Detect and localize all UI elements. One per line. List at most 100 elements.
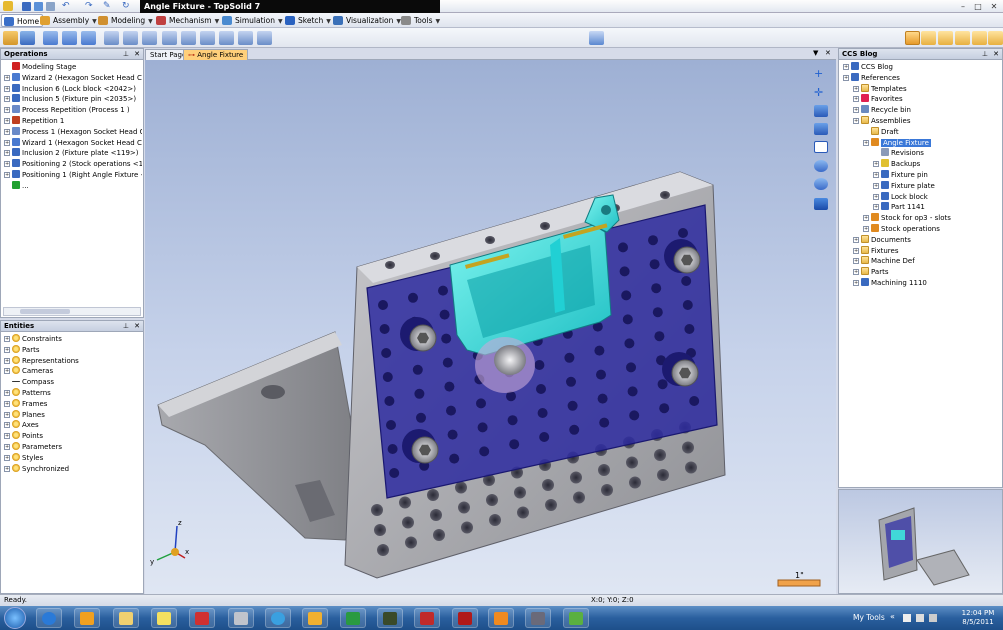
expand-icon[interactable]: + bbox=[4, 400, 10, 407]
menu-sketch[interactable]: Sketch ▼ bbox=[283, 14, 334, 27]
taskbar-notes[interactable] bbox=[151, 608, 177, 628]
expand-icon[interactable]: + bbox=[863, 139, 869, 146]
expand-icon[interactable]: + bbox=[4, 85, 10, 92]
tree-item[interactable]: + Assemblies bbox=[853, 116, 999, 127]
stock-tool-icon[interactable] bbox=[200, 31, 215, 45]
operation-item[interactable]: + Inclusion 5 (Fixture pin <2035>) bbox=[4, 94, 142, 105]
entity-item[interactable]: + Frames bbox=[4, 398, 142, 410]
entity-item[interactable]: + Representations bbox=[4, 355, 142, 367]
taskbar-explorer[interactable] bbox=[113, 608, 139, 628]
pattern-tool-icon[interactable] bbox=[162, 31, 177, 45]
expand-icon[interactable]: + bbox=[853, 247, 859, 254]
constraint-tool-icon[interactable] bbox=[62, 31, 77, 45]
tab-angle-fixture[interactable]: ⊶ Angle Fixture bbox=[183, 49, 249, 60]
taskbar-app[interactable] bbox=[525, 608, 551, 628]
expand-icon[interactable]: + bbox=[4, 128, 10, 135]
section-tool-icon[interactable] bbox=[238, 31, 253, 45]
expand-icon[interactable]: + bbox=[4, 411, 10, 418]
expand-icon[interactable]: + bbox=[853, 236, 859, 243]
expand-icon[interactable]: + bbox=[4, 444, 10, 450]
zoom-window-icon[interactable] bbox=[814, 178, 828, 190]
filter5-tool-icon[interactable] bbox=[988, 31, 1003, 45]
my-tools-label[interactable]: My Tools bbox=[853, 613, 885, 622]
menu-mechanism[interactable]: Mechanism ▼ bbox=[154, 14, 222, 27]
wizard-tool-icon[interactable] bbox=[104, 31, 119, 45]
pin-icon[interactable]: ⊥ bbox=[123, 321, 129, 332]
tree-item[interactable]: +Revisions bbox=[873, 148, 999, 159]
taskbar-mail[interactable] bbox=[414, 608, 440, 628]
expand-icon[interactable]: + bbox=[873, 193, 879, 200]
tree-item[interactable]: +Draft bbox=[863, 126, 999, 138]
filter4-tool-icon[interactable] bbox=[972, 31, 987, 45]
assembly-tool-icon[interactable] bbox=[3, 31, 18, 45]
taskbar-ie[interactable] bbox=[36, 608, 62, 628]
tree-item[interactable]: + Fixture plate bbox=[873, 180, 999, 192]
expand-icon[interactable]: + bbox=[4, 150, 10, 157]
pin-icon[interactable]: ⊥ bbox=[982, 49, 988, 60]
measure-tool-icon[interactable] bbox=[257, 31, 272, 45]
operation-item[interactable]: + Inclusion 6 (Lock block <2042>) bbox=[4, 83, 142, 95]
tree-item[interactable]: + References bbox=[843, 72, 999, 84]
operation-item[interactable]: + Wizard 2 (Hexagon Socket Head Cap bbox=[4, 72, 142, 84]
tree-item[interactable]: + Parts bbox=[853, 267, 999, 278]
grid-icon[interactable] bbox=[814, 141, 828, 153]
entity-item[interactable]: + Planes bbox=[4, 409, 142, 421]
expand-icon[interactable]: + bbox=[4, 368, 10, 375]
expand-icon[interactable]: + bbox=[853, 258, 859, 265]
filter3-tool-icon[interactable] bbox=[955, 31, 970, 45]
expand-icon[interactable]: + bbox=[853, 118, 859, 124]
filter2-tool-icon[interactable] bbox=[938, 31, 953, 45]
undo-icon[interactable]: ↶ bbox=[62, 1, 70, 11]
network-icon[interactable] bbox=[916, 614, 924, 622]
chevron-down-icon[interactable]: ▼ bbox=[215, 15, 220, 28]
tree-item[interactable]: + Documents bbox=[853, 234, 999, 246]
entity-item[interactable]: + Styles bbox=[4, 452, 142, 464]
fastener-tool-icon[interactable] bbox=[142, 31, 157, 45]
taskbar-tools[interactable] bbox=[377, 608, 403, 628]
zoom-fit-icon[interactable] bbox=[814, 160, 828, 172]
expand-icon[interactable]: + bbox=[843, 74, 849, 81]
chevron-down-icon[interactable]: ▼ bbox=[435, 15, 440, 28]
menu-tools[interactable]: Tools ▼ bbox=[399, 14, 443, 27]
menu-modeling[interactable]: Modeling ▼ bbox=[96, 14, 156, 27]
chevron-down-icon[interactable]: ▼ bbox=[148, 15, 153, 28]
entity-item[interactable]: + Synchronized bbox=[4, 463, 142, 475]
expand-icon[interactable]: + bbox=[4, 74, 10, 81]
tree-item[interactable]: + Machine Def bbox=[853, 256, 999, 267]
expand-icon[interactable]: + bbox=[853, 269, 859, 276]
expand-icon[interactable]: + bbox=[4, 433, 10, 440]
position-tool-icon[interactable] bbox=[43, 31, 58, 45]
taskbar-app2[interactable] bbox=[563, 608, 589, 628]
taskbar-filezilla[interactable] bbox=[452, 608, 478, 628]
menu-assembly[interactable]: Assembly ▼ bbox=[38, 14, 100, 27]
expand-icon[interactable]: + bbox=[863, 226, 869, 232]
tree-item[interactable]: + CCS Blog bbox=[843, 62, 999, 73]
explode-tool-icon[interactable] bbox=[219, 31, 234, 45]
clock-date[interactable]: 8/5/2011 bbox=[958, 618, 998, 626]
entity-item[interactable]: + Patterns bbox=[4, 388, 142, 399]
entity-item[interactable]: + Cameras bbox=[4, 366, 142, 377]
close-icon[interactable]: ✕ bbox=[993, 49, 999, 60]
tabs-dropdown-icon[interactable]: ▼ bbox=[813, 49, 818, 57]
chevron-down-icon[interactable]: ▼ bbox=[278, 15, 283, 28]
expand-icon[interactable]: + bbox=[873, 172, 879, 178]
app-logo-icon[interactable] bbox=[3, 1, 13, 11]
entity-item[interactable]: + Axes bbox=[4, 420, 142, 431]
tree-item[interactable]: + Fixture pin bbox=[873, 170, 999, 181]
operation-item[interactable]: + Repetition 1 bbox=[4, 116, 142, 127]
expand-icon[interactable]: + bbox=[4, 336, 10, 342]
volume-icon[interactable] bbox=[929, 614, 937, 622]
operation-item[interactable]: + Positioning 1 (Right Angle Fixture <1 bbox=[4, 170, 142, 181]
process-tool-icon[interactable] bbox=[123, 31, 138, 45]
redo-icon[interactable]: ↷ bbox=[85, 1, 93, 11]
scrollbar-thumb[interactable] bbox=[20, 309, 70, 314]
taskbar-outlook[interactable] bbox=[74, 608, 100, 628]
taskbar-calc[interactable] bbox=[228, 608, 254, 628]
maximize-icon[interactable]: □ bbox=[970, 1, 986, 12]
operation-item[interactable]: + Process Repetition (Process 1 ) bbox=[4, 105, 142, 116]
tree-item[interactable]: + Backups bbox=[873, 159, 999, 170]
open-icon[interactable] bbox=[34, 2, 43, 11]
taskbar-media[interactable] bbox=[488, 608, 514, 628]
expand-icon[interactable]: + bbox=[853, 107, 859, 114]
operation-item[interactable]: + Process 1 (Hexagon Socket Head Cap bbox=[4, 126, 142, 138]
